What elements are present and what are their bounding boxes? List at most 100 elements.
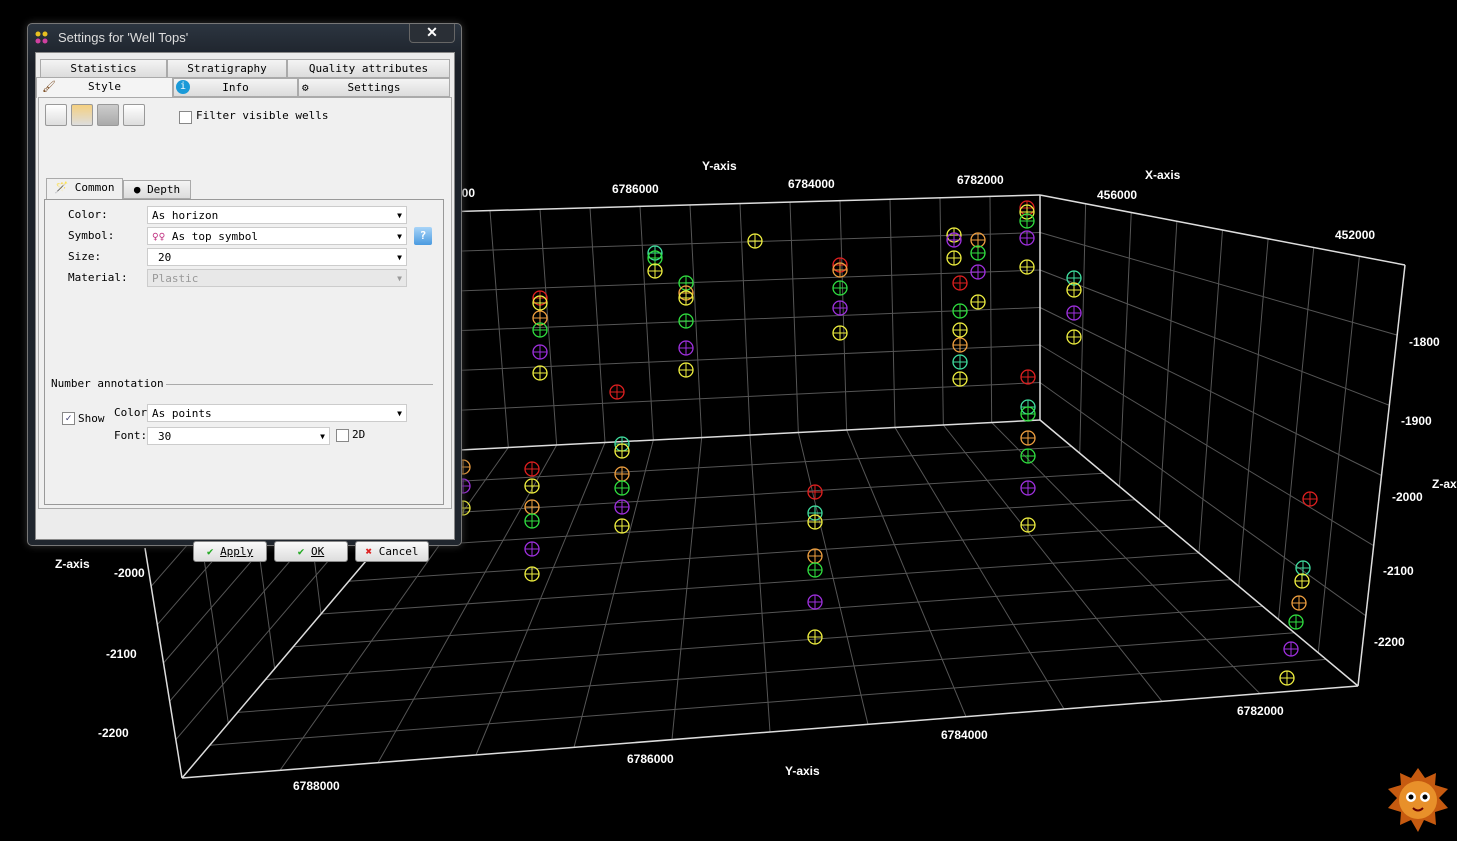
settings-doc-icon: ⚙ xyxy=(302,81,309,94)
apply-button[interactable]: ✔ Apply xyxy=(193,541,267,562)
close-button[interactable]: ✕ xyxy=(409,24,455,43)
open-folder-button[interactable] xyxy=(97,104,119,126)
well-top-marker xyxy=(532,295,548,311)
well-top-marker xyxy=(524,566,540,582)
well-top-marker xyxy=(524,513,540,529)
well-top-marker xyxy=(1288,614,1304,630)
well-top-marker xyxy=(1020,517,1036,533)
settings-dialog: Settings for 'Well Tops' ✕ Statistics St… xyxy=(27,23,462,562)
well-top-marker xyxy=(614,466,630,482)
check-icon: ✔ xyxy=(206,545,214,558)
material-label: Material: xyxy=(68,271,128,284)
tab-settings[interactable]: ⚙ Settings xyxy=(298,78,450,97)
help-button[interactable]: ? xyxy=(414,227,432,245)
annotation-color-label: Color xyxy=(114,406,148,419)
new-button[interactable] xyxy=(45,104,67,126)
well-top-marker xyxy=(832,300,848,316)
well-top-marker xyxy=(807,594,823,610)
filter-visible-wells-checkbox[interactable] xyxy=(179,111,192,124)
app-icon xyxy=(35,31,48,44)
subtab-depth[interactable]: ● Depth xyxy=(123,180,191,199)
2d-checkbox[interactable] xyxy=(336,429,349,442)
well-top-marker xyxy=(678,313,694,329)
well-top-marker xyxy=(524,478,540,494)
sphere-icon: ● xyxy=(133,183,141,196)
tab-statistics[interactable]: Statistics xyxy=(40,59,167,78)
well-top-marker xyxy=(678,362,694,378)
right-z-tick: -1800 xyxy=(1409,335,1440,349)
cancel-label: Cancel xyxy=(378,545,419,558)
chevron-down-icon: ▼ xyxy=(397,274,402,283)
well-top-marker xyxy=(1020,448,1036,464)
right-z-tick: -1900 xyxy=(1401,414,1432,428)
tab-stratigraphy[interactable]: Stratigraphy xyxy=(167,59,287,78)
well-top-marker xyxy=(614,443,630,459)
well-top-marker xyxy=(609,384,625,400)
color-value: As horizon xyxy=(152,209,219,222)
show-checkbox[interactable]: ✓ xyxy=(62,412,75,425)
well-top-marker xyxy=(1066,305,1082,321)
well-top-marker xyxy=(970,264,986,280)
grid-line xyxy=(1039,344,1374,547)
tab-label: Statistics xyxy=(70,62,137,75)
well-top-marker xyxy=(952,322,968,338)
subtab-common[interactable]: 🪄 Common xyxy=(46,178,123,199)
well-top-marker xyxy=(952,303,968,319)
bottom-tick: 6788000 xyxy=(293,779,340,793)
tab-info[interactable]: i Info xyxy=(173,78,298,97)
well-top-marker xyxy=(524,541,540,557)
well-top-marker xyxy=(807,562,823,578)
chevron-down-icon: ▼ xyxy=(397,211,402,220)
x-icon: ✖ xyxy=(365,545,373,558)
ok-button[interactable]: ✔ OK xyxy=(274,541,348,562)
color-label: Color: xyxy=(68,208,108,221)
2d-label: 2D xyxy=(352,428,366,441)
well-top-marker xyxy=(1279,670,1295,686)
box-edge xyxy=(1357,264,1406,687)
bottom-y-axis-title: Y-axis xyxy=(785,764,820,778)
well-top-marker xyxy=(1291,595,1307,611)
annotation-color-select[interactable]: As points ▼ xyxy=(147,404,407,422)
well-top-marker xyxy=(970,245,986,261)
box-edge xyxy=(1039,419,1359,687)
well-top-marker xyxy=(1295,560,1311,576)
well-top-marker xyxy=(807,629,823,645)
tab-quality-attributes[interactable]: Quality attributes xyxy=(287,59,450,78)
well-top-marker xyxy=(952,337,968,353)
size-value: 20 xyxy=(158,251,172,264)
chevron-down-icon: ▼ xyxy=(397,253,402,262)
material-value: Plastic xyxy=(152,272,199,285)
grid-line xyxy=(237,632,1295,713)
bottom-tick: 6782000 xyxy=(1237,704,1284,718)
left-z-tick: -2100 xyxy=(106,647,137,661)
well-top-marker xyxy=(524,461,540,477)
chevron-down-icon: ▼ xyxy=(320,432,325,441)
bottom-tick: 6784000 xyxy=(941,728,988,742)
well-top-marker xyxy=(614,518,630,534)
well-top-marker xyxy=(1019,230,1035,246)
paint-button[interactable] xyxy=(123,104,145,126)
well-top-marker xyxy=(1020,430,1036,446)
well-top-marker xyxy=(532,322,548,338)
size-select[interactable]: 20 ▼ xyxy=(147,248,407,266)
save-as-button[interactable] xyxy=(71,104,93,126)
well-top-marker xyxy=(1020,406,1036,422)
right-z-tick: -2200 xyxy=(1374,635,1405,649)
font-select[interactable]: 30 ▼ xyxy=(147,427,330,445)
well-top-marker xyxy=(970,232,986,248)
chevron-down-icon: ▼ xyxy=(397,409,402,418)
right-z-tick: -2100 xyxy=(1383,564,1414,578)
right-z-title: Z-ax xyxy=(1432,477,1457,491)
symbol-label: Symbol: xyxy=(68,229,115,242)
tab-label: Info xyxy=(222,81,249,94)
color-select[interactable]: As horizon ▼ xyxy=(147,206,407,224)
symbol-value: As top symbol xyxy=(171,230,258,243)
well-top-marker xyxy=(647,250,663,266)
well-top-marker xyxy=(946,250,962,266)
cancel-button[interactable]: ✖ Cancel xyxy=(355,541,429,562)
symbol-select[interactable]: ♀♀ As top symbol ▼ xyxy=(147,227,407,245)
well-top-marker xyxy=(807,514,823,530)
tab-style[interactable]: 🖌 Style xyxy=(36,77,173,98)
subtab-label: Common xyxy=(74,181,115,194)
info-icon: i xyxy=(176,80,190,94)
